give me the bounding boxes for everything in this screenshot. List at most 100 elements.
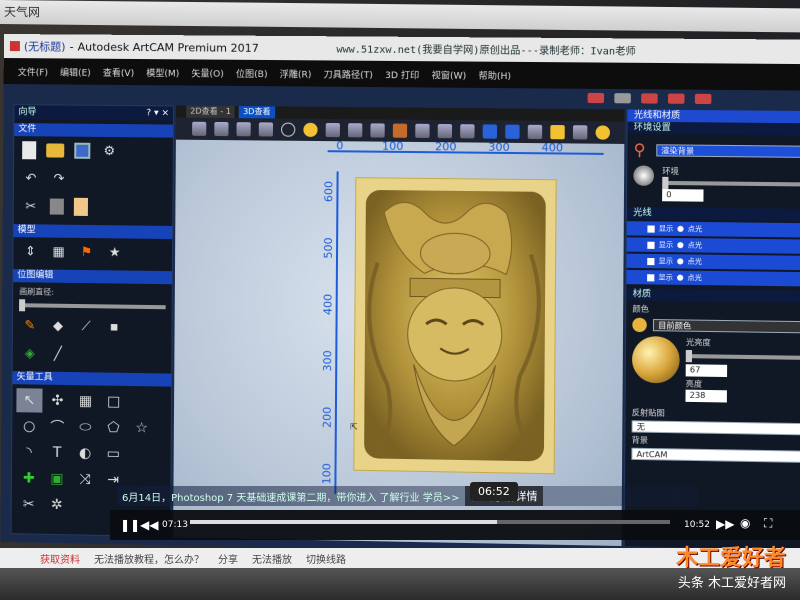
view-iso-icon[interactable]	[192, 122, 206, 136]
bottom-bar-item[interactable]: 无法播放	[252, 551, 292, 566]
fullscreen-icon[interactable]: ⛶	[764, 516, 772, 531]
gear-icon[interactable]: ⚙	[100, 141, 118, 161]
tool-icon[interactable]	[641, 93, 658, 103]
contrast-input[interactable]: 238	[685, 390, 726, 403]
bottom-bar-item[interactable]: 切换线路	[306, 551, 346, 566]
tool-icon[interactable]	[505, 125, 519, 139]
lights-section[interactable]: 光线	[627, 207, 800, 221]
save-icon[interactable]	[74, 143, 90, 159]
transform-icon[interactable]: ✣	[44, 389, 70, 413]
line-icon[interactable]: ╱	[49, 344, 67, 364]
menu-item[interactable]: 3D 打印	[385, 67, 419, 80]
tool-icon[interactable]	[438, 124, 452, 138]
light-radio[interactable]	[677, 226, 683, 232]
light-checkbox[interactable]	[647, 241, 654, 248]
color-picker-icon[interactable]: ◈	[21, 343, 39, 363]
tool-icon[interactable]	[668, 94, 685, 104]
light-radio[interactable]	[677, 258, 683, 264]
copy-icon[interactable]	[50, 199, 64, 215]
bottom-bar-item[interactable]: 无法播放教程，怎么办？	[94, 551, 204, 566]
node-grid-icon[interactable]: ▦	[72, 389, 98, 413]
paste-icon[interactable]	[74, 198, 88, 216]
group-icon[interactable]: ▣	[44, 467, 70, 491]
view-side-icon[interactable]	[259, 122, 273, 136]
ad-subtitle[interactable]: 6月14日，Photoshop 7 天基础速成课第二期，带你进入 了解行业 学员…	[118, 486, 698, 506]
view-tab[interactable]: 2D查看 - 1	[186, 106, 235, 118]
tool-icon[interactable]	[588, 93, 605, 103]
cut-icon[interactable]: ✂	[22, 196, 40, 216]
ambient-slider[interactable]	[662, 181, 800, 187]
cylinder-icon[interactable]	[393, 124, 407, 138]
light-radio[interactable]	[677, 275, 683, 281]
select-arrow-icon[interactable]: ↖	[16, 388, 42, 412]
eyedropper-icon[interactable]: ⟋	[77, 316, 95, 336]
tool-icon[interactable]	[596, 125, 611, 139]
color-add-icon[interactable]: ▪	[105, 316, 123, 336]
brush-diameter-slider[interactable]	[19, 303, 166, 309]
tool-icon[interactable]	[460, 124, 474, 138]
redo-icon[interactable]: ↷	[50, 168, 68, 188]
zoom-icon[interactable]	[281, 123, 295, 137]
section-vector[interactable]: 矢量工具	[13, 371, 172, 386]
tool-icon[interactable]	[573, 125, 587, 139]
view-top-icon[interactable]	[214, 122, 228, 136]
open-folder-icon[interactable]	[46, 143, 64, 157]
menu-item[interactable]: 模型(M)	[146, 66, 179, 79]
light-row[interactable]: 显示 点光	[627, 221, 800, 237]
scissors-icon[interactable]: ✂	[16, 492, 42, 516]
menu-item[interactable]: 查看(V)	[103, 65, 134, 78]
offset-icon[interactable]: ◐	[72, 441, 98, 466]
env-select[interactable]: 渲染背景	[656, 144, 800, 158]
light-checkbox[interactable]	[647, 225, 654, 232]
arc-icon[interactable]: ◝	[16, 440, 42, 464]
menu-item[interactable]: 浮雕(R)	[280, 67, 312, 80]
panel-controls[interactable]: ? ▾ ×	[146, 106, 169, 120]
menu-item[interactable]: 文件(F)	[18, 65, 48, 78]
pencil-icon[interactable]: ✎	[21, 315, 39, 335]
ellipse-icon[interactable]: ⬭	[72, 415, 98, 439]
env-section[interactable]: 环境设置	[628, 122, 800, 136]
light-row[interactable]: 显示 点光	[627, 254, 800, 271]
tool-icon[interactable]	[614, 93, 631, 103]
menu-item[interactable]: 位图(B)	[236, 66, 268, 79]
light-checkbox[interactable]	[647, 257, 654, 264]
gloss-slider[interactable]	[686, 354, 800, 360]
tool-icon[interactable]	[370, 123, 384, 137]
tool-icon[interactable]	[528, 125, 542, 139]
pause-icon[interactable]: ❚❚	[120, 518, 140, 532]
light-row[interactable]: 显示 点光	[626, 270, 800, 287]
ambient-input[interactable]: 0	[662, 189, 703, 202]
undo-icon[interactable]: ↶	[22, 168, 40, 188]
volume-icon[interactable]: ◉	[740, 516, 750, 530]
polyline-icon[interactable]: ⌒	[44, 415, 70, 439]
new-file-icon[interactable]	[22, 141, 36, 159]
menu-item[interactable]: 矢量(O)	[191, 66, 224, 79]
shade-icon[interactable]	[326, 123, 340, 137]
tool-icon[interactable]	[415, 124, 429, 138]
rewind-icon[interactable]: ◀◀	[140, 518, 158, 532]
section-bitmap[interactable]: 位图编辑	[13, 269, 172, 284]
light-row[interactable]: 显示 点光	[627, 237, 800, 254]
light-bulb-icon[interactable]	[303, 123, 317, 137]
menu-item[interactable]: 帮助(H)	[478, 68, 511, 81]
tool-icon[interactable]	[695, 94, 712, 104]
mirror-icon[interactable]: ⤨	[72, 467, 98, 492]
light-checkbox[interactable]	[647, 274, 654, 281]
tool-icon[interactable]	[550, 125, 564, 139]
light-radio[interactable]	[677, 242, 683, 248]
menu-item[interactable]: 编辑(E)	[60, 65, 91, 78]
axis-icon[interactable]	[348, 123, 362, 137]
trim-icon[interactable]: ▭	[100, 442, 126, 467]
fill-icon[interactable]: ◆	[49, 316, 67, 336]
text-icon[interactable]: T	[44, 441, 70, 465]
rectangle-icon[interactable]: □	[101, 390, 127, 414]
bottom-bar-item[interactable]: 分享	[218, 551, 238, 566]
color-swatch-icon[interactable]	[632, 318, 647, 332]
color-select[interactable]: 目前颜色	[653, 319, 800, 333]
model-size-icon[interactable]: ⇕	[21, 241, 39, 261]
video-progress[interactable]	[190, 520, 670, 524]
background-select[interactable]: ArtCAM	[631, 448, 800, 463]
gloss-input[interactable]: 67	[686, 364, 727, 377]
plus-icon[interactable]: ✚	[16, 466, 42, 490]
model-star-icon[interactable]: ★	[106, 242, 124, 262]
